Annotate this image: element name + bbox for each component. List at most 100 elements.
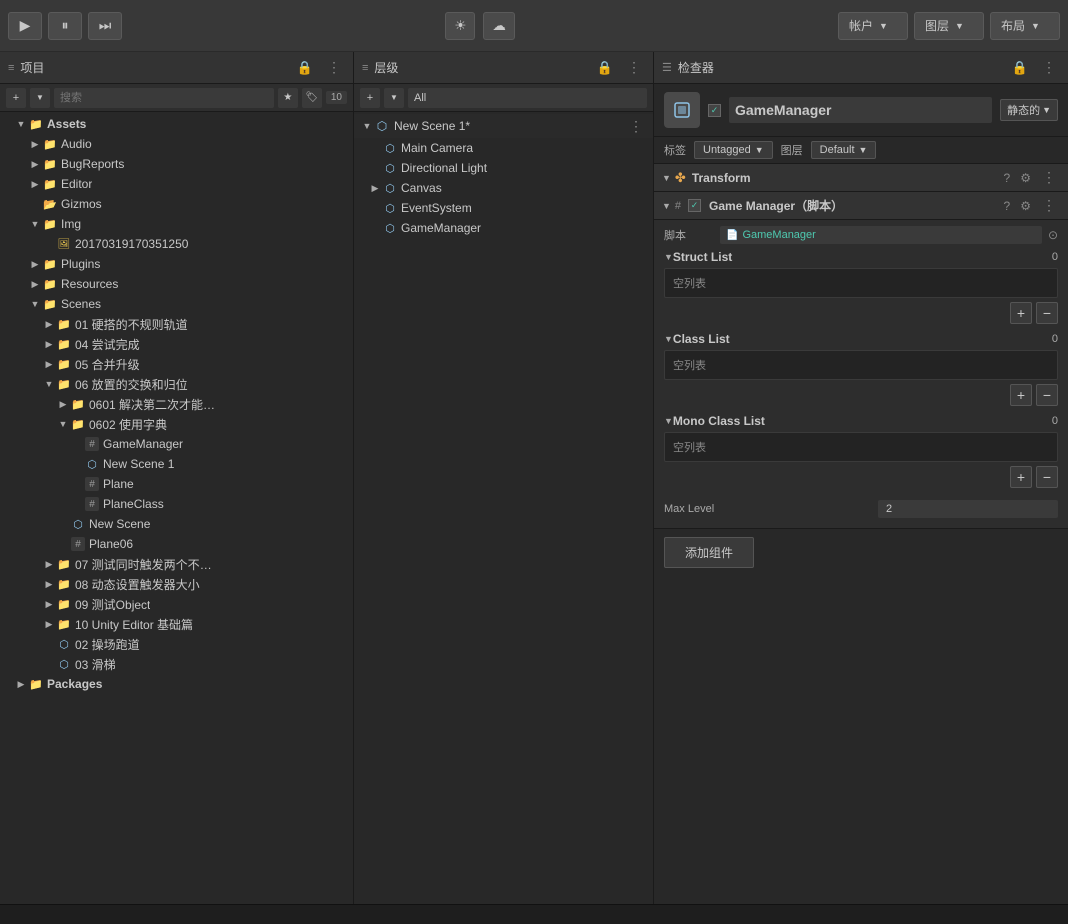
object-icon[interactable] xyxy=(664,92,700,128)
list-item[interactable]: ▼ 📁 Assets xyxy=(0,114,353,134)
transform-component-header[interactable]: ▼ ✤ Transform ? ⚙ ⋮ xyxy=(654,164,1068,192)
list-item[interactable]: ▶ ⬡ EventSystem xyxy=(354,198,653,218)
active-checkbox[interactable]: ✓ xyxy=(708,104,721,117)
folder-icon: 📁 xyxy=(56,556,72,572)
max-level-input[interactable] xyxy=(878,500,1058,518)
tag-dropdown[interactable]: Untagged ▼ xyxy=(694,141,773,159)
dropdown-button[interactable]: ▼ xyxy=(30,88,50,108)
expand-arrow-icon: ▶ xyxy=(14,674,28,694)
light-icon-button[interactable]: ☀ xyxy=(445,12,475,40)
more-options-icon[interactable]: ⋮ xyxy=(1038,169,1060,186)
add-class-button[interactable]: + xyxy=(1010,384,1032,406)
list-item[interactable]: ▼ 📁 Scenes xyxy=(0,294,353,314)
list-item[interactable]: ▶ # PlaneClass xyxy=(0,494,353,514)
step-button[interactable]: ⏭ xyxy=(88,12,122,40)
list-item[interactable]: ▶ ⬡ 02 操场跑道 xyxy=(0,634,353,654)
static-button[interactable]: 静态的 ▼ xyxy=(1000,99,1058,121)
list-item[interactable]: ▶ 📁 01 硬搭的不规则轨道 xyxy=(0,314,353,334)
list-item[interactable]: ▶ ⬡ Canvas xyxy=(354,178,653,198)
help-icon[interactable]: ? xyxy=(1001,199,1014,213)
item-label: 03 滑梯 xyxy=(75,656,116,673)
more-options-icon[interactable]: ⋮ xyxy=(623,59,645,76)
item-label: New Scene xyxy=(89,517,150,531)
list-item[interactable]: ▶ 🖼 20170319170351250 xyxy=(0,234,353,254)
cloud-button[interactable]: ☁ xyxy=(483,12,514,40)
list-item[interactable]: ▶ ⬡ Main Camera xyxy=(354,138,653,158)
list-item[interactable]: ▶ ⬡ Directional Light xyxy=(354,158,653,178)
gameobject-icon: ⬡ xyxy=(382,220,398,236)
remove-class-button[interactable]: − xyxy=(1036,384,1058,406)
add-mono-class-button[interactable]: + xyxy=(1010,466,1032,488)
settings-icon[interactable]: ⚙ xyxy=(1017,171,1034,185)
help-icon[interactable]: ? xyxy=(1001,171,1014,185)
list-item[interactable]: ▶ 📂 Gizmos xyxy=(0,194,353,214)
target-icon[interactable]: ⊙ xyxy=(1048,228,1058,242)
item-label: 05 合并升级 xyxy=(75,356,140,373)
gameobject-icon: ⬡ xyxy=(382,200,398,216)
lock-icon[interactable]: 🔒 xyxy=(293,58,317,78)
scene-row[interactable]: ▼ ⬡ New Scene 1* ⋮ xyxy=(354,114,653,138)
list-item[interactable]: ▶ # Plane06 xyxy=(0,534,353,554)
folder-icon: 📁 xyxy=(70,396,86,412)
remove-struct-button[interactable]: − xyxy=(1036,302,1058,324)
list-item[interactable]: ▶ 📁 05 合并升级 xyxy=(0,354,353,374)
struct-list-title: Struct List xyxy=(673,250,1034,264)
list-item[interactable]: ▶ 📁 Editor xyxy=(0,174,353,194)
favorites-icon[interactable]: ★ xyxy=(278,88,298,108)
lock-icon[interactable]: 🔒 xyxy=(593,58,617,78)
component-active-checkbox[interactable]: ✓ xyxy=(688,199,701,212)
more-options-icon[interactable]: ⋮ xyxy=(1038,59,1060,76)
more-options-icon[interactable]: ⋮ xyxy=(1038,197,1060,214)
project-search-input[interactable] xyxy=(54,88,274,108)
expand-arrow-icon: ▼ xyxy=(662,173,671,183)
list-item[interactable]: ▼ 📁 06 放置的交换和归位 xyxy=(0,374,353,394)
play-button[interactable]: ▶ xyxy=(8,12,42,40)
layer-dropdown[interactable]: Default ▼ xyxy=(811,141,877,159)
class-list-section: ▼ Class List 0 空列表 + − xyxy=(664,332,1058,406)
list-item[interactable]: ▶ ⬡ GameManager xyxy=(354,218,653,238)
expand-arrow-icon: ▼ xyxy=(28,294,42,314)
add-button[interactable]: + xyxy=(6,88,26,108)
layers-dropdown[interactable]: 图层 ▼ xyxy=(914,12,984,40)
list-item[interactable]: ▶ 📁 0601 解决第二次才能升级（ xyxy=(0,394,353,414)
list-item[interactable]: ▶ 📁 07 测试同时触发两个不同标签的 xyxy=(0,554,353,574)
list-item[interactable]: ▼ 📁 Img xyxy=(0,214,353,234)
list-item[interactable]: ▶ 📁 Audio xyxy=(0,134,353,154)
remove-mono-class-button[interactable]: − xyxy=(1036,466,1058,488)
add-struct-button[interactable]: + xyxy=(1010,302,1032,324)
settings-icon[interactable]: ⚙ xyxy=(1017,199,1034,213)
account-dropdown[interactable]: 帐户 ▼ xyxy=(838,12,908,40)
game-manager-component-header[interactable]: ▼ # ✓ Game Manager（脚本） ? ⚙ ⋮ xyxy=(654,192,1068,220)
list-item[interactable]: ▶ # GameManager xyxy=(0,434,353,454)
hierarchy-search-input[interactable] xyxy=(408,88,647,108)
pause-button[interactable]: ⏸ xyxy=(48,12,82,40)
add-component-button[interactable]: 添加组件 xyxy=(664,537,754,568)
list-item[interactable]: ▶ 📁 Packages xyxy=(0,674,353,694)
add-button[interactable]: + xyxy=(360,88,380,108)
item-label: Gizmos xyxy=(61,197,102,211)
list-item[interactable]: ▶ ⬡ New Scene xyxy=(0,514,353,534)
scene-options-icon[interactable]: ⋮ xyxy=(625,118,647,135)
list-item[interactable]: ▶ 📁 10 Unity Editor 基础篇 xyxy=(0,614,353,634)
list-item[interactable]: ▶ # Plane xyxy=(0,474,353,494)
item-label: 07 测试同时触发两个不同标签的 xyxy=(75,556,220,573)
expand-arrow-icon: ▶ xyxy=(42,574,56,594)
list-item[interactable]: ▶ 📁 BugReports xyxy=(0,154,353,174)
layout-dropdown[interactable]: 布局 ▼ xyxy=(990,12,1060,40)
list-item[interactable]: ▶ 📁 Plugins xyxy=(0,254,353,274)
tag-icon[interactable]: 🏷 xyxy=(302,88,322,108)
gameobject-icon: ⬡ xyxy=(382,160,398,176)
list-item[interactable]: ▼ 📁 0602 使用字典 xyxy=(0,414,353,434)
hash-icon: # xyxy=(84,496,100,512)
list-item[interactable]: ▶ 📁 08 动态设置触发器大小 xyxy=(0,574,353,594)
dropdown-button[interactable]: ▼ xyxy=(384,88,404,108)
list-item[interactable]: ▶ 📁 04 尝试完成 xyxy=(0,334,353,354)
lock-icon[interactable]: 🔒 xyxy=(1008,58,1032,78)
list-item[interactable]: ▶ 📁 09 测试Object xyxy=(0,594,353,614)
list-item[interactable]: ▶ ⬡ 03 滑梯 xyxy=(0,654,353,674)
more-options-icon[interactable]: ⋮ xyxy=(323,59,345,76)
list-item[interactable]: ▶ 📁 Resources xyxy=(0,274,353,294)
game-manager-title: Game Manager（脚本） xyxy=(709,197,997,214)
list-item[interactable]: ▶ ⬡ New Scene 1 xyxy=(0,454,353,474)
object-name-input[interactable] xyxy=(729,97,992,123)
